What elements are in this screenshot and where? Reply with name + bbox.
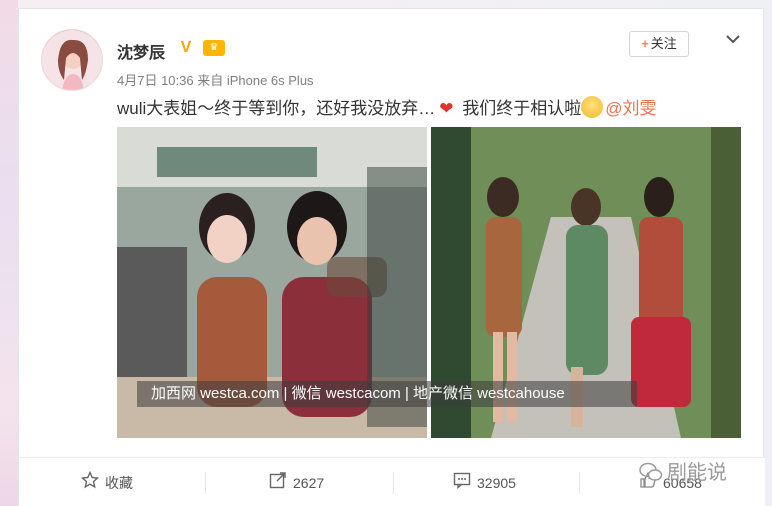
weibo-post-card: 沈梦辰 V ♛ + 关注 4月7日 10:36 来自 iPhone 6s Plus… [18, 8, 765, 506]
plus-icon: + [641, 36, 649, 51]
divider [205, 472, 206, 494]
background-left-strip [0, 0, 18, 506]
share-icon [269, 459, 287, 506]
comment-count: 32905 [477, 475, 516, 491]
avatar[interactable] [41, 29, 103, 91]
follow-label: 关注 [650, 36, 677, 51]
smile-emoji-icon [581, 96, 604, 118]
brand-watermark-text: 剧能说 [667, 460, 727, 484]
share-button[interactable]: 2627 [269, 458, 324, 506]
post-text-main: wuli大表姐～终于等到你，还好我没放弃… [117, 99, 436, 118]
favorite-button[interactable]: 收藏 [80, 458, 133, 506]
mention-link[interactable]: @刘雯 [605, 99, 656, 118]
image-watermark: 加西网 westca.com | 微信 westcacom | 地产微信 wes… [137, 381, 637, 407]
wechat-icon [639, 462, 663, 481]
avatar-image [42, 30, 102, 90]
favorite-label: 收藏 [105, 475, 133, 491]
post-text-second: 我们终于相认啦 [457, 99, 582, 118]
verified-badge-icon: V [180, 39, 192, 56]
chevron-down-icon[interactable] [723, 29, 743, 49]
heart-emoji-icon: ❤ [439, 99, 454, 118]
follow-button[interactable]: + 关注 [629, 31, 689, 57]
divider [393, 472, 394, 494]
comment-button[interactable]: 32905 [453, 458, 516, 506]
share-count: 2627 [293, 475, 325, 491]
comment-icon [453, 459, 471, 506]
divider [579, 472, 580, 494]
post-meta[interactable]: 4月7日 10:36 来自 iPhone 6s Plus [117, 70, 314, 89]
brand-watermark: 剧能说 [639, 456, 727, 485]
post-text: wuli大表姐～终于等到你，还好我没放弃… ❤ 我们终于相认啦 @刘雯 [117, 94, 657, 119]
username[interactable]: 沈梦辰 [117, 39, 165, 63]
star-icon [80, 459, 100, 506]
vip-badge-icon[interactable]: ♛ [203, 40, 225, 56]
